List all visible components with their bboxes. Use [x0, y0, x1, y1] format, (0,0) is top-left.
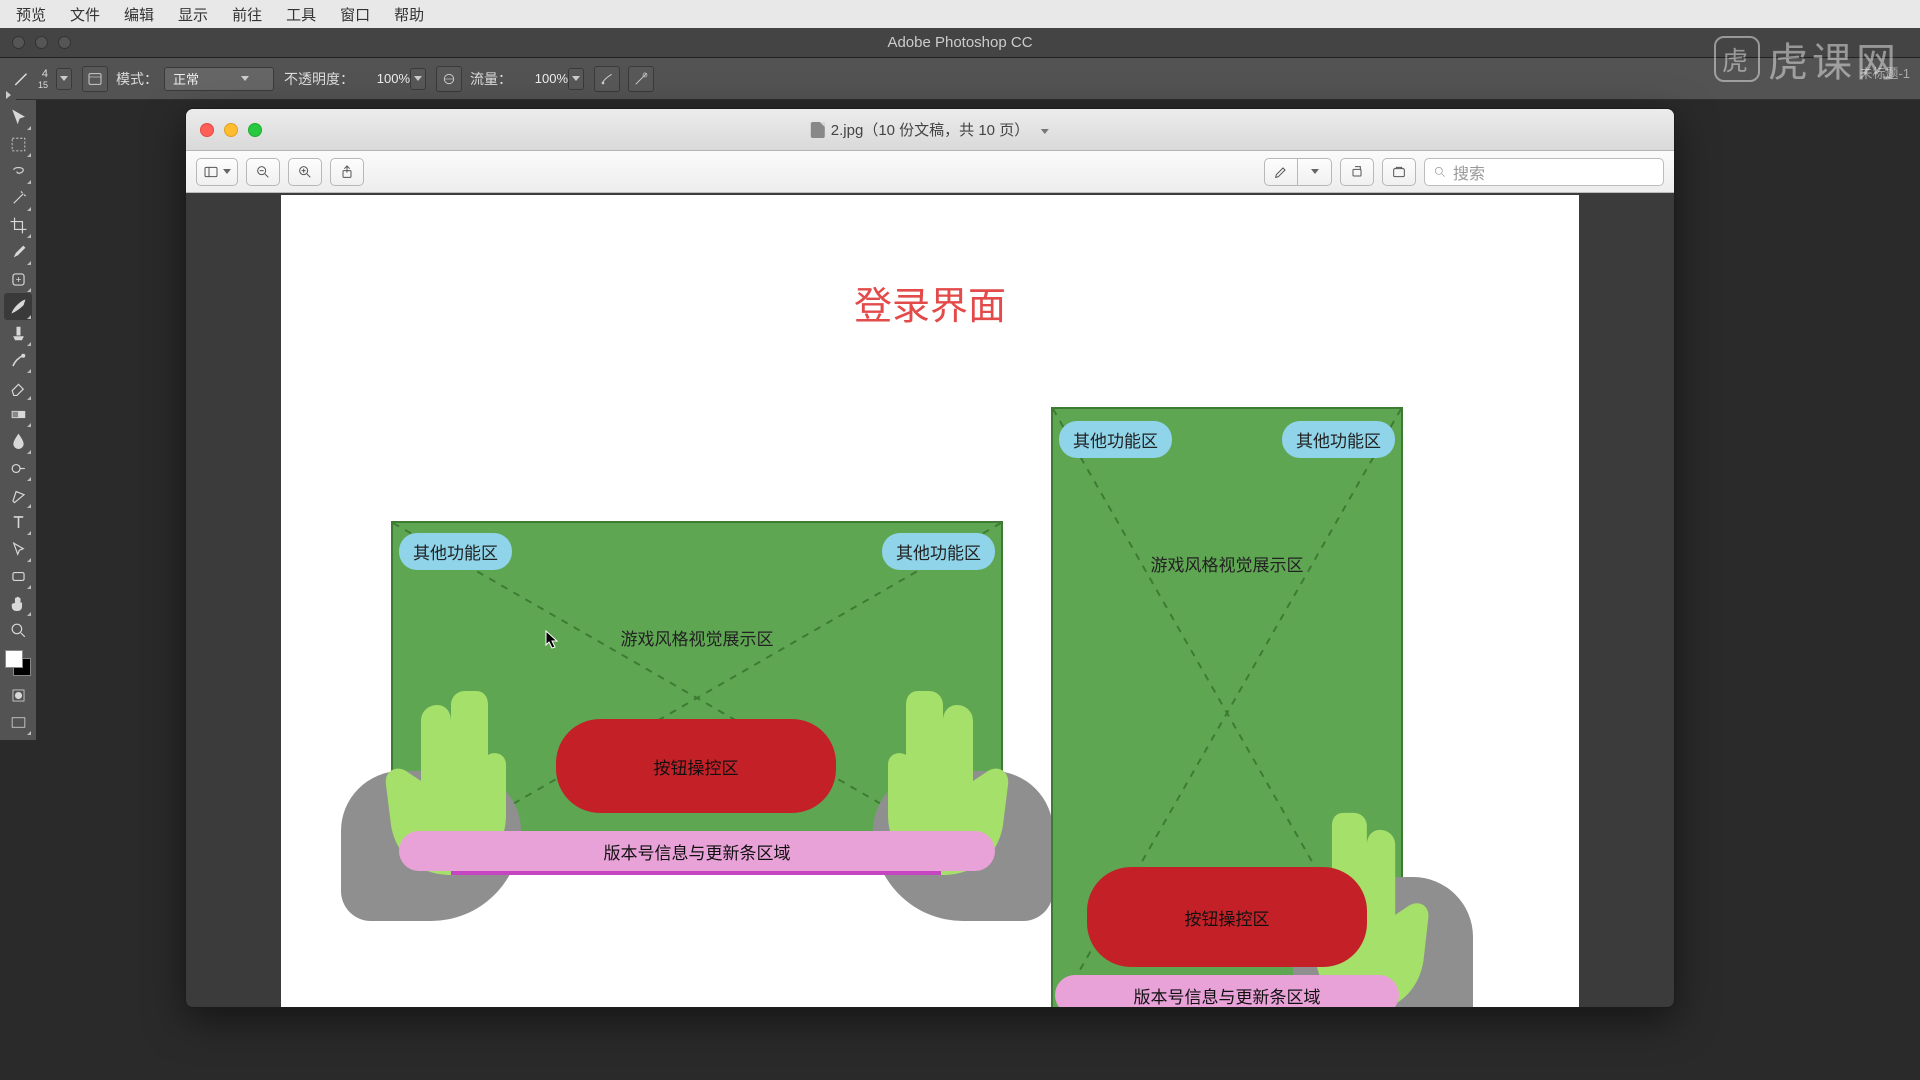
button-zone: 按钮操控区 — [556, 719, 836, 813]
path-select-tool-icon[interactable] — [4, 536, 32, 563]
other-zone-pill: 其他功能区 — [882, 533, 995, 570]
menu-item[interactable]: 预览 — [16, 4, 46, 25]
lasso-tool-icon[interactable] — [4, 158, 32, 185]
chevron-down-icon[interactable] — [1035, 121, 1049, 138]
brush-preset-icon[interactable] — [10, 70, 34, 88]
menu-item[interactable]: 工具 — [286, 4, 316, 25]
blur-tool-icon[interactable] — [4, 428, 32, 455]
hand-tool-icon[interactable] — [4, 590, 32, 617]
visual-zone-label: 游戏风格视觉展示区 — [621, 625, 774, 650]
other-zone-pill: 其他功能区 — [1282, 421, 1395, 458]
airbrush-icon[interactable] — [594, 66, 620, 92]
pressure-size-icon[interactable] — [628, 66, 654, 92]
move-tool-icon[interactable] — [4, 104, 32, 131]
menu-item[interactable]: 帮助 — [394, 4, 424, 25]
version-bar: 版本号信息与更新条区域 — [1055, 975, 1399, 1008]
marquee-tool-icon[interactable] — [4, 131, 32, 158]
opacity-value[interactable]: 100% — [360, 71, 410, 86]
search-input[interactable]: 搜索 — [1424, 158, 1664, 186]
close-icon[interactable] — [12, 36, 25, 49]
visual-zone-label: 游戏风格视觉展示区 — [1151, 551, 1304, 576]
zoom-in-button[interactable] — [288, 158, 322, 186]
opacity-dropdown[interactable] — [410, 68, 426, 90]
magic-wand-tool-icon[interactable] — [4, 185, 32, 212]
flow-label: 流量： — [470, 69, 512, 89]
mac-menubar: 预览 文件 编辑 显示 前往 工具 窗口 帮助 — [0, 0, 1920, 28]
document-icon — [811, 122, 825, 138]
mouse-cursor-icon — [545, 630, 559, 650]
search-icon — [1433, 165, 1447, 179]
preview-content: 登录界面 其他功能区 其他功能区 游戏风格视觉展示区 — [186, 193, 1674, 1007]
rectangle-tool-icon[interactable] — [4, 563, 32, 590]
dodge-tool-icon[interactable] — [4, 455, 32, 482]
watermark: 虎 虎课网 — [1714, 30, 1900, 88]
markup-button[interactable] — [1264, 158, 1298, 186]
menu-item[interactable]: 显示 — [178, 4, 208, 25]
close-icon[interactable] — [200, 123, 214, 137]
pressure-opacity-icon[interactable] — [436, 66, 462, 92]
flow-dropdown[interactable] — [568, 68, 584, 90]
markup-dropdown[interactable] — [1298, 158, 1332, 186]
document-page: 登录界面 其他功能区 其他功能区 游戏风格视觉展示区 — [281, 195, 1579, 1008]
menu-item[interactable]: 窗口 — [340, 4, 370, 25]
action-button[interactable] — [1382, 158, 1416, 186]
opacity-label: 不透明度： — [284, 69, 354, 89]
menu-item[interactable]: 编辑 — [124, 4, 154, 25]
blend-mode-select[interactable]: 正常 — [164, 67, 274, 91]
menu-item[interactable]: 前往 — [232, 4, 262, 25]
window-controls — [12, 36, 71, 49]
healing-brush-tool-icon[interactable] — [4, 266, 32, 293]
app-titlebar: Adobe Photoshop CC — [0, 28, 1920, 58]
flow-value[interactable]: 100% — [518, 71, 568, 86]
preview-toolbar: 搜索 — [186, 151, 1674, 193]
page-title: 登录界面 — [854, 275, 1006, 330]
options-bar: 415 模式： 正常 不透明度： 100% 流量： 100% — [0, 58, 1920, 100]
brush-size-dropdown[interactable] — [56, 68, 72, 90]
rotate-button[interactable] — [1340, 158, 1374, 186]
type-tool-icon[interactable] — [4, 509, 32, 536]
preview-titlebar[interactable]: 2.jpg（10 份文稿，共 10 页） — [186, 109, 1674, 151]
brush-tool-icon[interactable] — [4, 293, 32, 320]
landscape-mockup: 其他功能区 其他功能区 游戏风格视觉展示区 按钮操控区 版本号信息与更新条区域 — [391, 521, 1003, 875]
preview-window: 2.jpg（10 份文稿，共 10 页） 搜索 登录界面 — [185, 108, 1675, 1008]
foreground-swatch[interactable] — [5, 650, 23, 668]
screen-mode-icon[interactable] — [4, 709, 32, 736]
pen-tool-icon[interactable] — [4, 482, 32, 509]
gradient-tool-icon[interactable] — [4, 401, 32, 428]
eyedropper-tool-icon[interactable] — [4, 239, 32, 266]
tools-panel — [0, 100, 36, 740]
portrait-mockup: 其他功能区 其他功能区 游戏风格视觉展示区 按钮操控区 版本号信息与更新条区域 — [1051, 407, 1403, 1008]
watermark-logo-icon: 虎 — [1714, 36, 1760, 82]
preview-title[interactable]: 2.jpg（10 份文稿，共 10 页） — [811, 119, 1049, 140]
minimize-icon[interactable] — [224, 123, 238, 137]
button-zone: 按钮操控区 — [1087, 867, 1367, 967]
zoom-tool-icon[interactable] — [4, 617, 32, 644]
eraser-tool-icon[interactable] — [4, 374, 32, 401]
sidebar-toggle-button[interactable] — [196, 158, 238, 186]
share-button[interactable] — [330, 158, 364, 186]
other-zone-pill: 其他功能区 — [1059, 421, 1172, 458]
maximize-icon[interactable] — [248, 123, 262, 137]
crop-tool-icon[interactable] — [4, 212, 32, 239]
other-zone-pill: 其他功能区 — [399, 533, 512, 570]
brush-size-display[interactable]: 415 — [38, 68, 48, 90]
mode-label: 模式： — [116, 69, 158, 89]
history-brush-tool-icon[interactable] — [4, 347, 32, 374]
color-swatches[interactable] — [5, 650, 31, 676]
version-bar: 版本号信息与更新条区域 — [399, 831, 995, 871]
maximize-icon[interactable] — [58, 36, 71, 49]
minimize-icon[interactable] — [35, 36, 48, 49]
app-title: Adobe Photoshop CC — [887, 34, 1032, 51]
menu-item[interactable]: 文件 — [70, 4, 100, 25]
quickmask-icon[interactable] — [4, 682, 32, 709]
zoom-out-button[interactable] — [246, 158, 280, 186]
clone-stamp-tool-icon[interactable] — [4, 320, 32, 347]
brush-panel-toggle-icon[interactable] — [82, 66, 108, 92]
